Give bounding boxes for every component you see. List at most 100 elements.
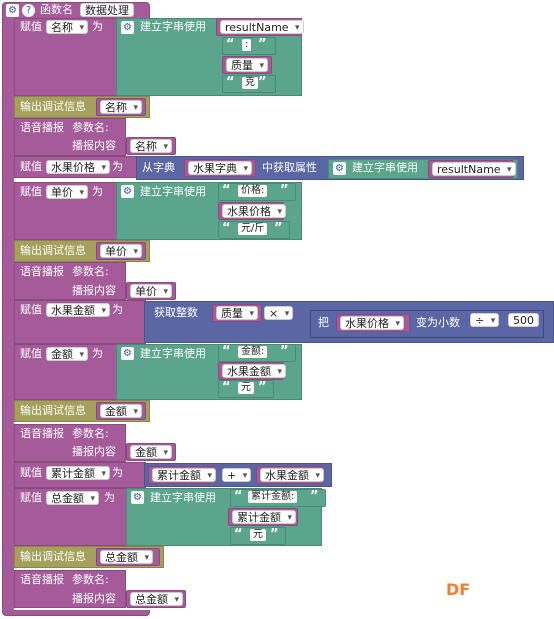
build-string-keyword: 建立字串使用: [352, 161, 418, 174]
gear-icon[interactable]: ⚙: [121, 185, 134, 198]
as-keyword: 为: [112, 303, 123, 316]
var-dropdown[interactable]: 水果金额: [46, 303, 110, 318]
from-dict-keyword: 从字典: [142, 161, 175, 174]
gear-icon[interactable]: ⚙: [121, 347, 134, 360]
quote-open: “: [222, 380, 231, 395]
param-keyword: 参数名:: [72, 265, 109, 278]
operator-divide-dropdown[interactable]: ÷: [470, 313, 500, 328]
as-keyword: 为: [112, 160, 123, 173]
as-keyword: 为: [92, 185, 103, 198]
var-dropdown[interactable]: 金额: [46, 347, 88, 362]
function-name-field[interactable]: 数据处理: [80, 3, 134, 17]
var-dropdown[interactable]: 水果价格: [46, 160, 110, 175]
var-dropdown[interactable]: 质量: [226, 58, 268, 73]
voice-keyword: 语音播报: [20, 427, 64, 440]
help-icon[interactable]: ?: [22, 4, 35, 17]
param-keyword: 参数名:: [72, 427, 109, 440]
number-field[interactable]: 500: [508, 313, 539, 327]
var-dropdown[interactable]: resultName: [432, 162, 516, 177]
as-keyword: 为: [112, 466, 123, 479]
build-string-keyword: 建立字串使用: [150, 491, 216, 504]
gear-icon[interactable]: ⚙: [131, 491, 144, 504]
quote-close: ”: [280, 183, 289, 198]
assign-keyword: 赋值: [20, 303, 42, 316]
var-dropdown[interactable]: 金额: [100, 404, 142, 419]
var-dropdown[interactable]: 水果字典: [188, 161, 252, 176]
quote-open: “: [222, 221, 231, 236]
assign-keyword: 赋值: [20, 466, 42, 479]
to-decimal-keyword: 变为小数: [416, 316, 460, 329]
as-keyword: 为: [92, 347, 103, 360]
string-value[interactable]: 元: [250, 529, 266, 541]
content-keyword: 播报内容: [72, 592, 116, 605]
build-string-keyword: 建立字串使用: [140, 20, 206, 33]
var-dropdown[interactable]: 单价: [46, 185, 88, 200]
quote-close: ”: [274, 221, 283, 236]
var-dropdown[interactable]: 名称: [130, 139, 172, 154]
var-dropdown[interactable]: 总金额: [100, 550, 153, 565]
content-keyword: 播报内容: [72, 284, 116, 297]
string-value[interactable]: 克: [242, 77, 258, 89]
var-dropdown[interactable]: 水果金额: [260, 468, 324, 483]
var-dropdown[interactable]: 总金额: [130, 592, 183, 607]
var-dropdown[interactable]: 质量: [216, 306, 258, 321]
quote-open: “: [234, 527, 243, 542]
quote-open: “: [234, 489, 243, 504]
quote-close: ”: [258, 37, 267, 52]
var-dropdown[interactable]: resultName: [220, 20, 304, 35]
quote-close: ”: [270, 527, 279, 542]
string-value[interactable]: 价格:: [238, 185, 268, 197]
voice-keyword: 语音播报: [20, 121, 64, 134]
as-keyword: 为: [104, 491, 115, 504]
quote-close: ”: [258, 75, 267, 90]
assign-keyword: 赋值: [20, 347, 42, 360]
assign-keyword: 赋值: [20, 491, 42, 504]
debug-output-keyword: 输出调试信息: [20, 244, 86, 257]
var-dropdown[interactable]: 名称: [100, 100, 142, 115]
get-attr-keyword: 中获取属性: [262, 161, 317, 174]
quote-open: “: [222, 344, 231, 359]
string-value[interactable]: 累计金额:: [248, 491, 298, 503]
assign-keyword: 赋值: [20, 185, 42, 198]
debug-output-keyword: 输出调试信息: [20, 404, 86, 417]
assign-keyword: 赋值: [20, 20, 42, 33]
gear-icon[interactable]: ⚙: [333, 162, 346, 175]
quote-close: ”: [280, 344, 289, 359]
var-dropdown[interactable]: 水果价格: [340, 316, 404, 331]
var-dropdown[interactable]: 总金额: [46, 491, 99, 506]
string-value[interactable]: :: [242, 39, 252, 51]
var-dropdown[interactable]: 金额: [130, 445, 172, 460]
ba-keyword: 把: [318, 316, 329, 329]
voice-keyword: 语音播报: [20, 573, 64, 586]
function-name-label: 函数名: [40, 3, 73, 16]
gear-icon[interactable]: ⚙: [121, 21, 134, 34]
var-dropdown[interactable]: 水果金额: [222, 364, 286, 379]
quote-open: “: [226, 75, 235, 90]
quote-close: ”: [258, 380, 267, 395]
var-dropdown[interactable]: 累计金额: [46, 466, 110, 481]
operator-plus-dropdown[interactable]: +: [222, 468, 252, 483]
var-dropdown[interactable]: 单价: [100, 244, 142, 259]
string-value[interactable]: 金额:: [238, 346, 268, 358]
assign-keyword: 赋值: [20, 160, 42, 173]
operator-times-dropdown[interactable]: ×: [264, 306, 294, 321]
debug-output-keyword: 输出调试信息: [20, 550, 86, 563]
gear-icon[interactable]: ⚙: [6, 4, 19, 17]
df-watermark-logo: DF: [446, 580, 471, 599]
string-value[interactable]: 元: [238, 382, 254, 394]
param-keyword: 参数名:: [72, 573, 109, 586]
quote-open: “: [222, 183, 231, 198]
quote-close: ”: [310, 489, 319, 504]
var-dropdown[interactable]: 累计金额: [232, 510, 296, 525]
var-dropdown[interactable]: 水果价格: [222, 204, 286, 219]
var-dropdown[interactable]: 名称: [46, 20, 88, 35]
param-keyword: 参数名:: [72, 121, 109, 134]
debug-output-keyword: 输出调试信息: [20, 100, 86, 113]
content-keyword: 播报内容: [72, 445, 116, 458]
string-value[interactable]: 元/斤: [238, 223, 268, 235]
content-keyword: 播报内容: [72, 139, 116, 152]
var-dropdown[interactable]: 累计金额: [152, 468, 216, 483]
build-string-keyword: 建立字串使用: [140, 185, 206, 198]
var-dropdown[interactable]: 单价: [130, 284, 172, 299]
voice-keyword: 语音播报: [20, 265, 64, 278]
